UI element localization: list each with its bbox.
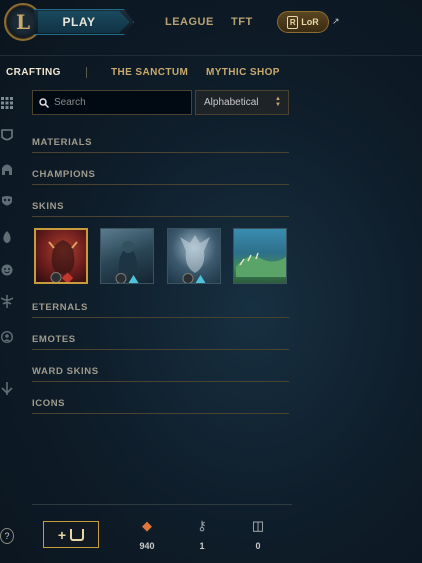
grid-icon[interactable] [0,95,14,111]
creature-silhouette-icon [236,252,286,277]
skin-badges [182,273,206,283]
coin-icon [115,273,127,283]
chest-value: 0 [255,541,261,551]
champion-silhouette-icon [118,241,138,273]
shield-icon[interactable] [0,127,14,143]
skin-tile[interactable] [167,228,221,284]
search-box[interactable] [32,90,192,115]
section-icons[interactable]: ICONS [32,398,289,414]
lor-button[interactable]: R LoR [277,11,329,33]
sort-value: Alphabetical [204,97,259,108]
play-label: PLAY [62,15,96,29]
lor-label: LoR [301,17,319,27]
skin-tile[interactable] [34,228,88,284]
section-label: WARD SKINS [32,366,99,377]
ward-icon[interactable] [0,293,14,309]
red-gem-icon [61,271,74,282]
blue-gem-icon [128,274,139,283]
sort-arrows-icon: ▲ ▼ [275,96,281,108]
nav-league-link[interactable]: LEAGUE [165,16,214,28]
section-emotes[interactable]: EMOTES [32,334,289,350]
nav-tft-link[interactable]: TFT [231,16,253,28]
blue-gem-icon [195,274,206,283]
section-label: SKINS [32,201,65,212]
skin-badges [115,273,139,283]
chest-counter: ◫ 0 [243,518,273,551]
lor-badge-icon: R [287,15,299,29]
profile-icon[interactable] [0,329,14,345]
tab-the-sanctum[interactable]: THE SANCTUM [111,67,188,78]
section-label: EMOTES [32,334,76,345]
logo-letter: L [15,10,31,34]
play-button[interactable]: PLAY [38,11,130,33]
arrow-icon[interactable] [0,380,14,396]
skin-tile[interactable] [100,228,154,284]
section-label: MATERIALS [32,137,93,148]
tab-crafting[interactable]: CRAFTING [6,67,61,78]
essence-counter: ◆ 940 [132,518,162,551]
section-materials[interactable]: MATERIALS [32,137,289,153]
mask-icon[interactable] [0,193,14,209]
add-chest-button[interactable]: + [43,521,99,548]
add-label: + [57,526,67,543]
emote-icon[interactable] [0,262,14,278]
skin-badges [50,271,74,282]
chest-count-icon: ◫ [251,518,265,533]
top-nav-bar: L PLAY LEAGUE TFT R LoR ↗ [0,0,422,44]
champion-silhouette-icon [48,240,78,274]
section-label: ICONS [32,398,66,409]
section-champions[interactable]: CHAMPIONS [32,169,289,185]
search-icon [39,97,49,108]
help-label: ? [4,531,10,541]
footer-divider [32,504,292,505]
section-label: CHAMPIONS [32,169,96,180]
helmet-icon[interactable] [0,161,14,177]
chest-icon [70,528,85,541]
help-button[interactable]: ? [0,528,14,544]
section-skins[interactable]: SKINS [32,201,289,217]
coin-icon [50,272,62,282]
skin-tile[interactable] [233,228,287,284]
key-counter: ⚷ 1 [187,518,217,551]
section-ward-skins[interactable]: WARD SKINS [32,366,289,382]
sort-dropdown[interactable]: Alphabetical ▲ ▼ [195,90,289,115]
coin-icon [182,273,194,283]
section-label: ETERNALS [32,302,88,313]
key-icon: ⚷ [197,518,207,533]
section-eternals[interactable]: ETERNALS [32,302,289,318]
essence-icon: ◆ [142,518,152,533]
flame-icon[interactable] [0,229,14,245]
subnav-divider [86,67,87,78]
top-divider [0,55,422,56]
champion-silhouette-icon [180,235,210,273]
tab-mythic-shop[interactable]: MYTHIC SHOP [206,67,280,78]
key-value: 1 [199,541,205,551]
external-link-icon: ↗ [332,16,340,26]
search-input[interactable] [54,97,184,108]
essence-value: 940 [139,541,155,551]
